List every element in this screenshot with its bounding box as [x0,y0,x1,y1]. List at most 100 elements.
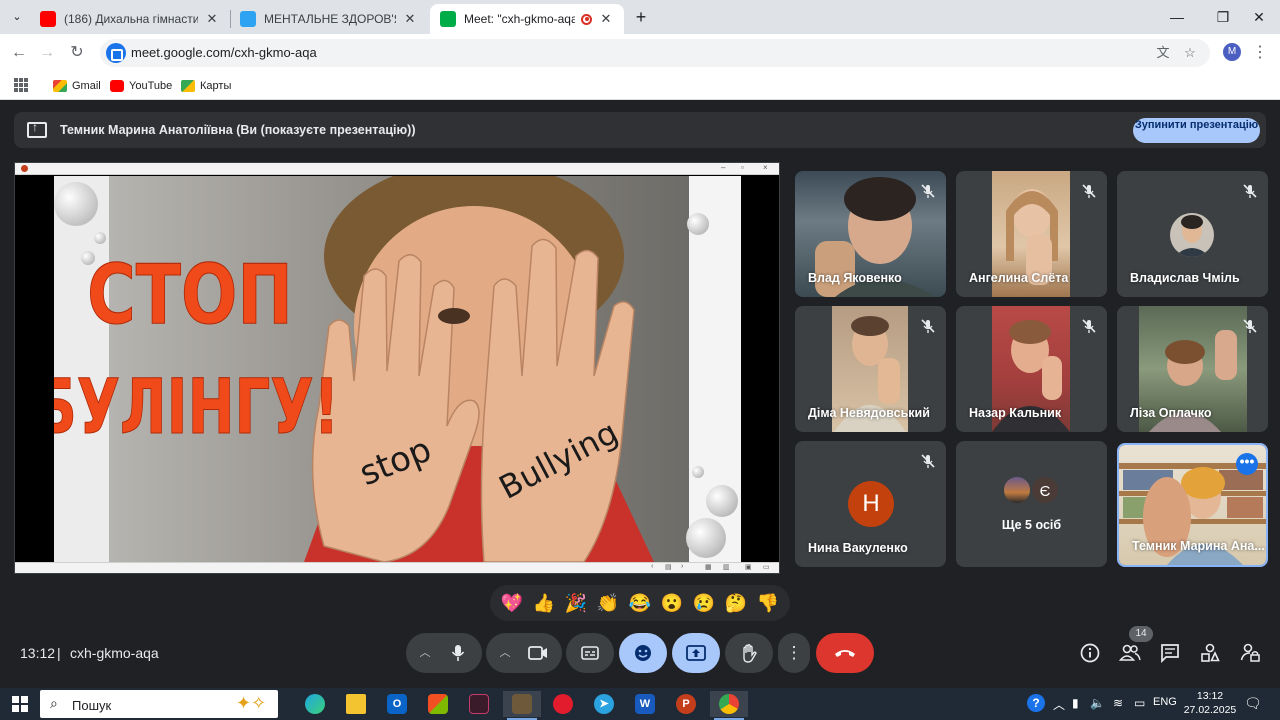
camera-icon [528,646,547,660]
taskbar-outlook[interactable]: O [378,691,416,717]
minimize-window-button[interactable]: — [1154,0,1200,34]
participant-tile[interactable]: Назар Кальник [956,306,1107,432]
reaction-thumbs-up[interactable]: 👍 [533,593,555,613]
reload-button[interactable]: ↻ [66,42,88,64]
captions-button[interactable] [566,633,614,673]
taskbar-search-box[interactable]: ⌕ Пошук ✦✧ [40,690,278,718]
slide-title-line-2: БУЛІНГУ! [54,363,339,452]
stop-presenting-button[interactable]: Зупинити презентацію [1133,118,1260,143]
meeting-code: cxh-gkmo-aqa [70,645,159,661]
taskbar-chrome[interactable] [710,691,748,720]
notifications-icon[interactable]: 🗨 [1244,695,1262,712]
taskbar-telegram[interactable]: ➤ [585,691,623,717]
participant-tile[interactable]: Н Нина Вакуленко [795,441,946,567]
taskbar-clock[interactable]: 13:12 27.02.2025 [1182,689,1238,717]
close-tab-icon[interactable]: ✕ [204,11,220,27]
reaction-thumbs-down[interactable]: 👎 [757,593,779,613]
reaction-thinking[interactable]: 🤔 [725,593,747,613]
bookmark-maps[interactable]: Карты [181,77,231,95]
reaction-clap[interactable]: 👏 [597,593,619,613]
input-language[interactable]: ENG [1153,696,1177,708]
new-tab-button[interactable]: + [630,6,652,28]
participant-name: Ангелина Слёта [969,271,1069,285]
bookmark-gmail[interactable]: Gmail [53,77,101,95]
taskbar-word[interactable]: W [626,691,664,717]
reaction-sad[interactable]: 😢 [693,593,715,613]
more-participants-tile[interactable]: Є Ще 5 осіб [956,441,1107,567]
taskbar-opera[interactable] [544,691,582,717]
participant-tile[interactable]: Влад Яковенко [795,171,946,297]
chrome-icon [719,694,739,714]
participant-initial-avatar: Н [848,481,894,527]
taskbar-store[interactable] [419,691,457,717]
camera-button[interactable] [514,633,562,673]
search-highlight-sparkle-icon: ✦✧ [236,693,267,713]
reaction-laugh[interactable]: 😂 [629,593,651,613]
stop-presenting-label: Зупинити презентацію [1134,119,1259,131]
taskbar-powerpoint[interactable]: P [667,691,705,717]
more-options-icon[interactable]: ••• [1236,453,1258,475]
tab-youtube[interactable]: (186) Дихальна гімнастика, ре ✕ [30,4,230,34]
participant-name: Нина Вакуленко [808,541,908,555]
meeting-details-button[interactable] [1077,640,1103,666]
tab-mental-health[interactable]: МЕНТАЛЬНЕ ЗДОРОВ'Я - Сорт ✕ [230,4,428,34]
more-options-button[interactable]: ⋮ [778,633,810,673]
self-video-tile[interactable]: ••• Темник Марина Ана... [1117,443,1268,567]
forward-button[interactable]: → [36,42,58,64]
raise-hand-button[interactable] [725,633,773,673]
back-button[interactable]: ← [8,42,30,64]
volume-icon[interactable]: 🔈 [1090,696,1105,710]
powerpoint-icon: P [676,694,696,714]
leave-call-button[interactable] [816,633,874,673]
taskbar-file-explorer[interactable] [337,691,375,717]
microphone-off-icon [921,184,935,198]
chat-button[interactable] [1157,640,1183,666]
usb-device-icon[interactable]: ▮ [1072,696,1079,710]
participant-tile[interactable]: Ліза Оплачко [1117,306,1268,432]
address-bar[interactable]: meet.google.com/cxh-gkmo-aqa 文 ☆ [100,39,1210,67]
slide-menu-icon: ▤ [665,564,672,571]
participant-tile[interactable]: Ангелина Слёта [956,171,1107,297]
apps-grid-icon[interactable] [14,78,28,92]
site-info-icon[interactable] [106,43,126,63]
tab-meet[interactable]: Meet: "cxh-gkmo-aqa" ✕ [430,4,624,34]
close-window-button[interactable]: ✕ [1236,0,1280,34]
close-tab-icon[interactable]: ✕ [598,11,614,27]
browser-menu-icon[interactable]: ⋮ [1252,42,1268,62]
reactions-button[interactable] [619,633,667,673]
present-now-button[interactable] [672,633,720,673]
help-icon[interactable]: ? [1027,694,1045,712]
windows-taskbar: ⌕ Пошук ✦✧ O ➤ W P ? ︿ ▮ 🔈 ≋ ▭ ENG 13:12… [0,688,1280,720]
microphone-button[interactable] [434,633,482,673]
taskbar-edge[interactable] [296,691,334,717]
close-tab-icon[interactable]: ✕ [402,11,418,27]
url-text[interactable]: meet.google.com/cxh-gkmo-aqa [131,45,317,60]
windows-start-icon[interactable] [12,696,28,712]
taskbar-movie-maker[interactable] [503,691,541,720]
host-controls-button[interactable] [1237,640,1263,666]
profile-avatar[interactable]: M [1223,43,1241,61]
reaction-surprised[interactable]: 😮 [661,593,683,613]
activities-button[interactable] [1197,640,1223,666]
bookmark-youtube[interactable]: YouTube [110,77,172,95]
participant-tile[interactable]: Владислав Чміль [1117,171,1268,297]
participant-tile[interactable]: Діма Невядовський [795,306,946,432]
wifi-icon[interactable]: ≋ [1113,696,1123,710]
people-button[interactable] [1117,640,1143,666]
microphone-off-icon [1082,319,1096,333]
tab-title: МЕНТАЛЬНЕ ЗДОРОВ'Я - Сорт [264,12,396,26]
powerpoint-titlebar: – ▫ × [15,163,779,175]
slide-title-line-1: СТОП [87,247,293,343]
sorter-view-icon: ▥ [723,564,730,571]
tab-search-button[interactable]: ⌄ [6,6,28,28]
reaction-party[interactable]: 🎉 [565,593,587,613]
gmail-icon [53,80,67,92]
reaction-heart[interactable]: 💖 [501,593,523,613]
bookmark-star-icon[interactable]: ☆ [1181,44,1199,62]
battery-icon[interactable]: ▭ [1134,696,1145,710]
presenting-banner: Темник Марина Анатоліївна (Ви (показуєте… [14,112,1266,148]
translate-icon[interactable]: 文 [1154,44,1172,62]
tray-expand-icon[interactable]: ︿ [1053,696,1065,713]
microphone-off-icon [921,319,935,333]
taskbar-app-red[interactable] [460,691,498,717]
